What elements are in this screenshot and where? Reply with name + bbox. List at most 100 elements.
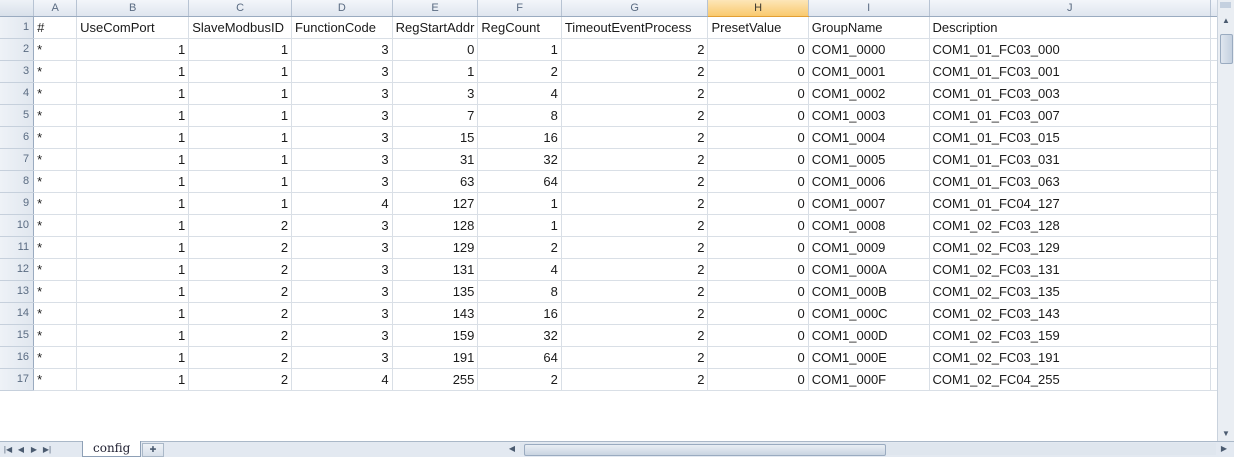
- cell-j12[interactable]: COM1_02_FC03_131: [929, 258, 1212, 281]
- cell-g16[interactable]: 2: [561, 346, 709, 369]
- cell-i5[interactable]: COM1_0003: [808, 104, 930, 127]
- cell-c10[interactable]: 2: [188, 214, 293, 237]
- cell-i1[interactable]: GroupName: [808, 16, 930, 39]
- row-header[interactable]: 5: [0, 104, 35, 127]
- horizontal-scrollbar[interactable]: ◀ ▶: [509, 443, 1227, 456]
- cell-d16[interactable]: 3: [291, 346, 393, 369]
- cell-d15[interactable]: 3: [291, 324, 393, 347]
- scroll-right-icon[interactable]: ▶: [1218, 443, 1230, 455]
- row-header[interactable]: 8: [0, 170, 35, 193]
- cell-f1[interactable]: RegCount: [477, 16, 562, 39]
- row-header[interactable]: 7: [0, 148, 35, 171]
- row-header[interactable]: 3: [0, 60, 35, 83]
- cell-c9[interactable]: 1: [188, 192, 293, 215]
- cell-h4[interactable]: 0: [707, 82, 809, 105]
- row-header[interactable]: 13: [0, 280, 35, 303]
- row-header[interactable]: 17: [0, 368, 35, 391]
- cell-h8[interactable]: 0: [707, 170, 809, 193]
- cell-f11[interactable]: 2: [477, 236, 562, 259]
- cell-f12[interactable]: 4: [477, 258, 562, 281]
- cell-c6[interactable]: 1: [188, 126, 293, 149]
- cell-f8[interactable]: 64: [477, 170, 562, 193]
- cell-j3[interactable]: COM1_01_FC03_001: [929, 60, 1212, 83]
- cell-j17[interactable]: COM1_02_FC04_255: [929, 368, 1212, 391]
- cell-e16[interactable]: 191: [392, 346, 479, 369]
- cell-h13[interactable]: 0: [707, 280, 809, 303]
- cell-i4[interactable]: COM1_0002: [808, 82, 930, 105]
- cell-c4[interactable]: 1: [188, 82, 293, 105]
- cell-g12[interactable]: 2: [561, 258, 709, 281]
- cell-b1[interactable]: UseComPort: [76, 16, 190, 39]
- cell-j4[interactable]: COM1_01_FC03_003: [929, 82, 1212, 105]
- cell-b10[interactable]: 1: [76, 214, 190, 237]
- cell-g3[interactable]: 2: [561, 60, 709, 83]
- cell-a13[interactable]: *: [33, 280, 78, 303]
- cell-a15[interactable]: *: [33, 324, 78, 347]
- cell-a6[interactable]: *: [33, 126, 78, 149]
- cell-a3[interactable]: *: [33, 60, 78, 83]
- cell-d1[interactable]: FunctionCode: [291, 16, 393, 39]
- cell-f7[interactable]: 32: [477, 148, 562, 171]
- cell-b13[interactable]: 1: [76, 280, 190, 303]
- cell-e13[interactable]: 135: [392, 280, 479, 303]
- cell-a7[interactable]: *: [33, 148, 78, 171]
- cell-e17[interactable]: 255: [392, 368, 479, 391]
- cell-d2[interactable]: 3: [291, 38, 393, 61]
- row-header[interactable]: 12: [0, 258, 35, 281]
- cell-b7[interactable]: 1: [76, 148, 190, 171]
- cell-d5[interactable]: 3: [291, 104, 393, 127]
- cell-e9[interactable]: 127: [392, 192, 479, 215]
- cell-a16[interactable]: *: [33, 346, 78, 369]
- cell-a12[interactable]: *: [33, 258, 78, 281]
- cell-e12[interactable]: 131: [392, 258, 479, 281]
- cell-c7[interactable]: 1: [188, 148, 293, 171]
- cell-f10[interactable]: 1: [477, 214, 562, 237]
- cell-i11[interactable]: COM1_0009: [808, 236, 930, 259]
- cell-c12[interactable]: 2: [188, 258, 293, 281]
- cell-i3[interactable]: COM1_0001: [808, 60, 930, 83]
- cell-f15[interactable]: 32: [477, 324, 562, 347]
- cell-a9[interactable]: *: [33, 192, 78, 215]
- cell-b5[interactable]: 1: [76, 104, 190, 127]
- cell-d3[interactable]: 3: [291, 60, 393, 83]
- scroll-down-icon[interactable]: ▼: [1218, 427, 1234, 441]
- cell-h3[interactable]: 0: [707, 60, 809, 83]
- cell-f13[interactable]: 8: [477, 280, 562, 303]
- cell-g9[interactable]: 2: [561, 192, 709, 215]
- cell-c17[interactable]: 2: [188, 368, 293, 391]
- cell-j13[interactable]: COM1_02_FC03_135: [929, 280, 1212, 303]
- cell-f16[interactable]: 64: [477, 346, 562, 369]
- cell-d11[interactable]: 3: [291, 236, 393, 259]
- column-header-b[interactable]: B: [76, 0, 190, 17]
- cell-e4[interactable]: 3: [392, 82, 479, 105]
- row-header[interactable]: 1: [0, 16, 35, 39]
- vertical-scroll-thumb[interactable]: [1220, 34, 1233, 64]
- cell-a4[interactable]: *: [33, 82, 78, 105]
- cell-h10[interactable]: 0: [707, 214, 809, 237]
- cell-e10[interactable]: 128: [392, 214, 479, 237]
- column-header-d[interactable]: D: [291, 0, 393, 17]
- cell-f6[interactable]: 16: [477, 126, 562, 149]
- cell-j10[interactable]: COM1_02_FC03_128: [929, 214, 1212, 237]
- cell-j2[interactable]: COM1_01_FC03_000: [929, 38, 1212, 61]
- cell-d13[interactable]: 3: [291, 280, 393, 303]
- column-header-e[interactable]: E: [392, 0, 479, 17]
- cell-e8[interactable]: 63: [392, 170, 479, 193]
- cell-g5[interactable]: 2: [561, 104, 709, 127]
- sheet-tab-config[interactable]: config: [82, 441, 142, 457]
- row-header[interactable]: 11: [0, 236, 35, 259]
- cell-e2[interactable]: 0: [392, 38, 479, 61]
- cell-b8[interactable]: 1: [76, 170, 190, 193]
- cell-i9[interactable]: COM1_0007: [808, 192, 930, 215]
- cell-b3[interactable]: 1: [76, 60, 190, 83]
- cell-g7[interactable]: 2: [561, 148, 709, 171]
- cell-b16[interactable]: 1: [76, 346, 190, 369]
- row-header[interactable]: 4: [0, 82, 35, 105]
- cell-c14[interactable]: 2: [188, 302, 293, 325]
- cell-j15[interactable]: COM1_02_FC03_159: [929, 324, 1212, 347]
- cell-h9[interactable]: 0: [707, 192, 809, 215]
- cell-b17[interactable]: 1: [76, 368, 190, 391]
- cell-b6[interactable]: 1: [76, 126, 190, 149]
- cell-g1[interactable]: TimeoutEventProcess: [561, 16, 709, 39]
- cell-b2[interactable]: 1: [76, 38, 190, 61]
